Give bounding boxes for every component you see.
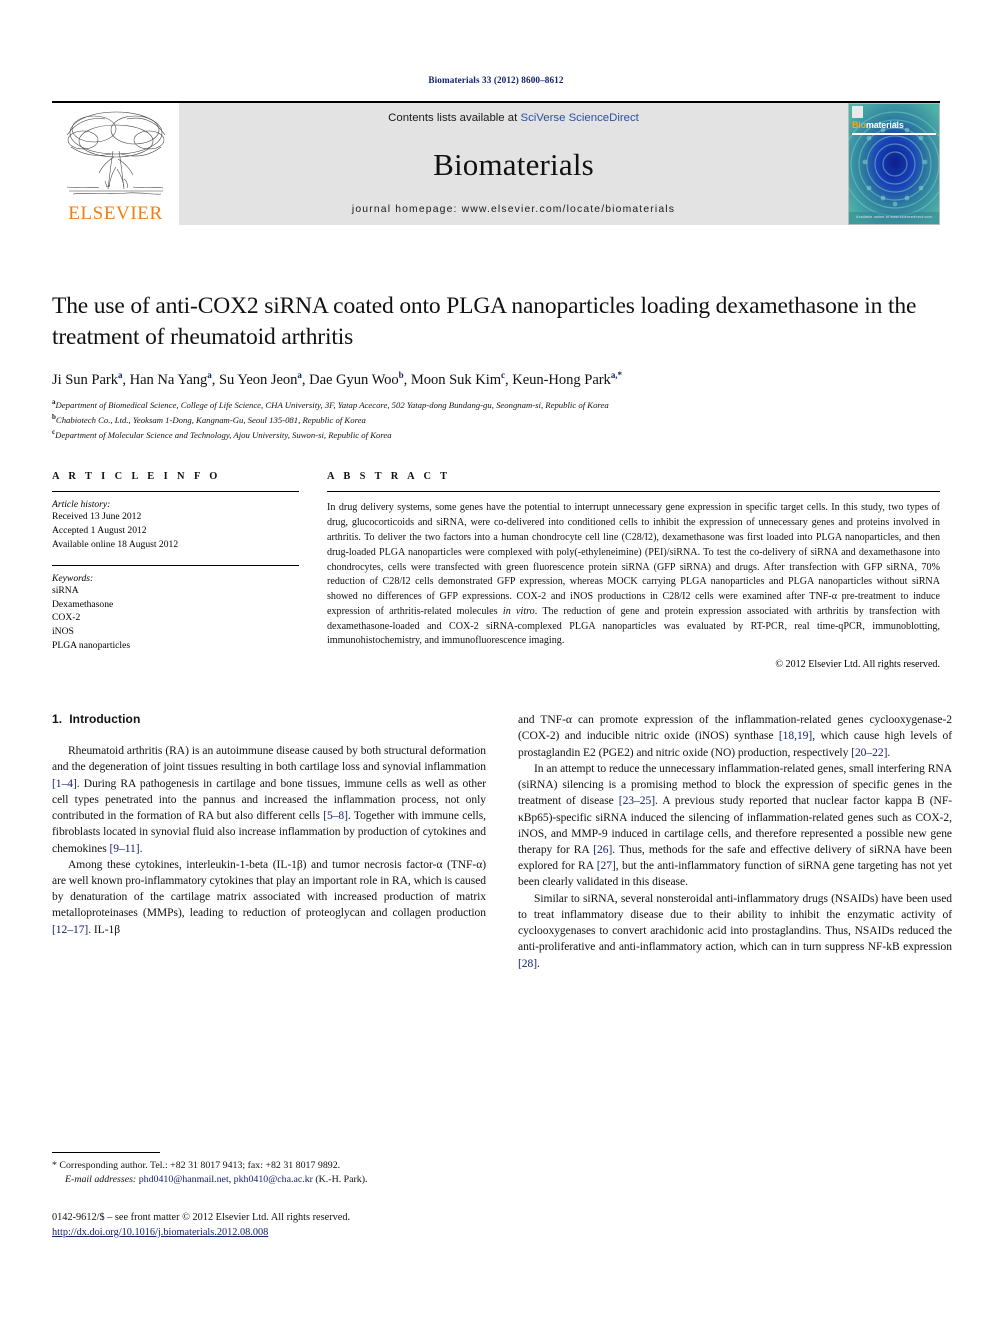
abstract-rule — [327, 491, 940, 493]
info-abstract-region: A R T I C L E I N F O Article history: R… — [52, 471, 940, 670]
article-history-accepted: Accepted 1 August 2012 — [52, 525, 147, 537]
journal-title: Biomaterials — [433, 146, 594, 182]
email-link-primary[interactable]: phd0410@hanmail.net — [139, 1174, 229, 1185]
keyword-item: COX-2 — [52, 612, 81, 624]
author-name: Su Yeon Jeon — [218, 371, 298, 388]
elsevier-logo: ELSEVIER — [52, 103, 179, 225]
elsevier-wordmark: ELSEVIER — [68, 203, 163, 224]
article-info-rule-top — [52, 491, 299, 493]
doi-link[interactable]: http://dx.doi.org/10.1016/j.biomaterials… — [52, 1227, 268, 1238]
page-title: The use of anti-COX2 siRNA coated onto P… — [52, 293, 917, 350]
keyword-item: Dexamethasone — [52, 598, 114, 610]
citation-ref[interactable]: [27] — [597, 860, 616, 872]
citation-ref[interactable]: [23–25] — [619, 795, 655, 807]
contents-prefix: Contents lists available at — [388, 112, 521, 124]
affiliation-list: aDepartment of Biomedical Science, Colle… — [52, 397, 940, 441]
cover-rule — [852, 133, 936, 135]
abstract-copyright: © 2012 Elsevier Ltd. All rights reserved… — [775, 659, 940, 671]
author-name: Keun-Hong Park — [512, 371, 611, 388]
author-name: Moon Suk Kim — [410, 371, 502, 388]
paragraph: In an attempt to reduce the unnecessary … — [518, 762, 953, 889]
cover-title-suffix: materials — [865, 120, 904, 130]
body-two-columns: 1. Introduction Rheumatoid arthritis (RA)… — [52, 712, 952, 972]
abstract-heading: A B S T R A C T — [327, 471, 451, 483]
title-block: The use of anti-COX2 siRNA coated onto P… — [52, 291, 940, 441]
body-right-column: and TNF-α can promote expression of the … — [518, 712, 952, 972]
author-list: Ji Sun Parka, Han Na Yanga, Su Yeon Jeon… — [52, 370, 940, 389]
body-left-column: 1. Introduction Rheumatoid arthritis (RA)… — [52, 712, 486, 972]
citation-ref[interactable]: [20–22] — [851, 747, 887, 759]
keyword-item: PLGA nanoparticles — [52, 639, 131, 651]
email-link-secondary[interactable]: pkh0410@cha.ac.kr — [234, 1174, 313, 1185]
paragraph: Similar to siRNA, several nonsteroidal a… — [518, 892, 952, 970]
author-sep: , — [403, 371, 411, 388]
article-info-column: A R T I C L E I N F O Article history: R… — [52, 471, 299, 670]
cover-title-prefix: Bio — [852, 120, 866, 130]
article-history-label: Article history: — [52, 499, 111, 511]
cover-footer-text: Available online at www.sciencedirect.co… — [856, 215, 932, 219]
abstract-italic-term: in vitro — [502, 605, 535, 617]
article-history-online: Available online 18 August 2012 — [52, 538, 179, 550]
citation-ref[interactable]: [9–11] — [110, 843, 140, 855]
affiliation-text: Chabiotech Co., Ltd., Yeoksam 1-Dong, Ka… — [55, 414, 366, 425]
paragraph: Among these cytokines, interleukin-1-bet… — [52, 858, 486, 936]
citation-ref[interactable]: [28] — [518, 958, 537, 970]
cover-elsevier-mark — [852, 106, 863, 118]
author-sep: , — [211, 371, 219, 388]
citation-ref[interactable]: [12–17] — [52, 924, 88, 936]
journal-homepage[interactable]: journal homepage: www.elsevier.com/locat… — [352, 204, 675, 215]
email-label: E-mail addresses: — [65, 1174, 137, 1186]
section-title: Introduction — [69, 712, 141, 727]
elsevier-tree-icon — [66, 111, 165, 195]
running-head: Biomaterials 33 (2012) 8600–8612 — [428, 75, 564, 85]
article-info-rule-mid — [52, 565, 299, 567]
affiliation-text: Department of Biomedical Science, Colleg… — [55, 400, 609, 411]
section-heading-introduction: 1. Introduction — [52, 712, 486, 726]
author-name: Dae Gyun Woo — [309, 371, 399, 388]
page-footer: 0142-9612/$ – see front matter © 2012 El… — [52, 1211, 552, 1240]
affiliation-text: Department of Molecular Science and Tech… — [55, 429, 392, 440]
abstract-column: A B S T R A C T In drug delivery systems… — [327, 471, 940, 670]
email-owner: (K.-H. Park). — [312, 1174, 368, 1186]
paragraph: Rheumatoid arthritis (RA) is an autoimmu… — [52, 745, 486, 855]
journal-cover-thumbnail: Biomaterials Available online at www.sci… — [848, 103, 940, 225]
paragraph: and TNF-α can promote expression of the … — [518, 714, 952, 759]
masthead-center: Contents lists available at SciVerse Sci… — [179, 103, 848, 225]
affiliation-item: cDepartment of Molecular Science and Tec… — [52, 427, 940, 442]
affiliation-item: aDepartment of Biomedical Science, Colle… — [52, 397, 940, 412]
article-history-received: Received 13 June 2012 — [52, 511, 142, 523]
author-sep: , — [301, 371, 310, 388]
affiliation-item: bChabiotech Co., Ltd., Yeoksam 1-Dong, K… — [52, 412, 940, 427]
footnote-rule — [52, 1152, 160, 1153]
author-sep: , — [122, 371, 130, 388]
keyword-item: iNOS — [52, 626, 74, 638]
section-number: 1. — [52, 712, 63, 727]
citation-ref[interactable]: [1–4] — [52, 778, 77, 790]
cover-journal-title: Biomaterials — [852, 120, 904, 130]
journal-masthead: ELSEVIER Contents lists available at Sci… — [52, 101, 940, 225]
article-info-heading: A R T I C L E I N F O — [52, 471, 221, 483]
sciencedirect-link[interactable]: SciVerse ScienceDirect — [520, 112, 638, 124]
citation-ref[interactable]: [26] — [593, 844, 612, 856]
issn-copyright-line: 0142-9612/$ – see front matter © 2012 El… — [52, 1212, 351, 1223]
author-name: Han Na Yang — [129, 371, 208, 388]
author-affil-mark: a,* — [610, 369, 622, 380]
corresponding-author-footnote: * Corresponding author. Tel.: +82 31 801… — [52, 1152, 486, 1188]
abstract-text: In drug delivery systems, some genes hav… — [327, 501, 940, 649]
citation-ref[interactable]: [5–8] — [323, 810, 348, 822]
paper-page: Biomaterials 33 (2012) 8600–8612 ELSEVIE… — [0, 0, 992, 1323]
keyword-item: siRNA — [52, 585, 79, 597]
footnote-email-line: E-mail addresses: phd0410@hanmail.net, p… — [52, 1173, 486, 1187]
keywords-label: Keywords: — [52, 573, 94, 585]
author-name: Ji Sun Park — [52, 371, 118, 388]
footnote-contact-line: * Corresponding author. Tel.: +82 31 801… — [52, 1160, 341, 1171]
contents-lists-line: Contents lists available at SciVerse Sci… — [388, 112, 639, 124]
abstract-part-1: In drug delivery systems, some genes hav… — [327, 502, 940, 617]
citation-ref[interactable]: [18,19] — [779, 730, 812, 742]
